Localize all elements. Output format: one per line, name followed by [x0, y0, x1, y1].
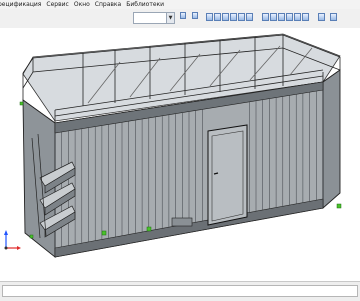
more-icon[interactable]	[330, 13, 337, 21]
hidden-lines-icon[interactable]	[262, 13, 269, 21]
container-3d-model[interactable]	[0, 28, 360, 281]
model-viewport[interactable]	[0, 28, 360, 281]
command-input[interactable]	[2, 285, 358, 297]
door[interactable]	[207, 124, 248, 226]
measure-icon[interactable]	[286, 13, 293, 21]
menu-item[interactable]: рецификация	[0, 0, 46, 9]
orientation-cube-icon[interactable]	[318, 13, 325, 21]
axis-triad	[4, 230, 21, 250]
menu-item[interactable]: Библиотеки	[126, 0, 169, 9]
pan-icon[interactable]	[230, 13, 237, 21]
menu-item[interactable]: Окно	[74, 0, 95, 9]
rotate-tool-icon[interactable]	[192, 12, 198, 19]
zoom-combo[interactable]: ▼	[133, 12, 175, 24]
status-bar	[0, 281, 360, 301]
perspective-icon[interactable]	[270, 13, 277, 21]
access-hatch	[171, 217, 193, 227]
toolbar: ▼	[0, 9, 360, 29]
menu-bar: рецификация Сервис Окно Справка Библиотеки	[0, 0, 360, 9]
snap-icon[interactable]	[302, 13, 309, 21]
select-tool-icon[interactable]	[180, 12, 186, 19]
wireframe-icon[interactable]	[246, 13, 253, 21]
grid-icon[interactable]	[294, 13, 301, 21]
zoom-in-icon[interactable]	[222, 13, 229, 21]
shaded-icon[interactable]	[238, 13, 245, 21]
zoom-fit-icon[interactable]	[214, 13, 221, 21]
view-orientation-icon[interactable]	[206, 13, 213, 21]
menu-item[interactable]: Справка	[95, 0, 126, 9]
chevron-down-icon[interactable]: ▼	[166, 13, 174, 23]
menu-item[interactable]: Сервис	[46, 0, 73, 9]
section-view-icon[interactable]	[278, 13, 285, 21]
